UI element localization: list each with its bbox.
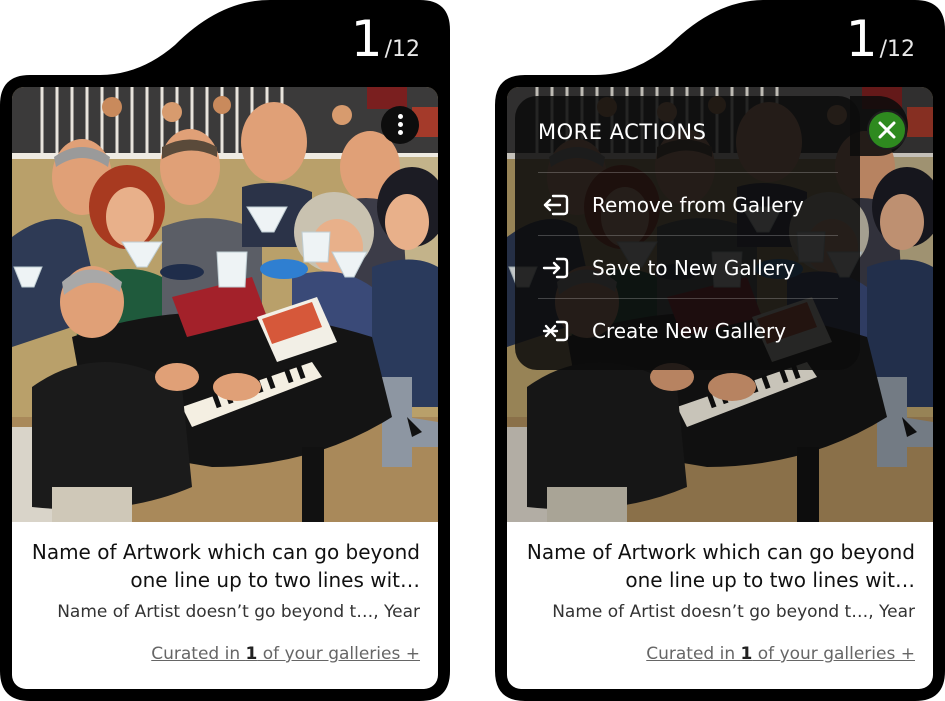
more-actions-menu: MORE ACTIONS Remove from Gallery Save to…	[515, 96, 860, 370]
artwork-image[interactable]	[12, 87, 438, 522]
menu-item-remove-from-gallery[interactable]: Remove from Gallery	[538, 172, 838, 236]
more-vertical-icon	[398, 122, 403, 127]
curated-in-galleries-link[interactable]: Curated in 1 of your galleries +	[151, 644, 420, 664]
close-icon	[878, 121, 896, 139]
more-actions-button[interactable]	[381, 106, 419, 144]
curated-count: 1	[740, 644, 753, 664]
save-to-gallery-icon	[542, 257, 569, 278]
menu-item-label: Save to New Gallery	[592, 255, 796, 280]
artwork-title: Name of Artwork which can go beyond one …	[526, 540, 915, 592]
curated-suffix: of your galleries +	[257, 644, 420, 664]
more-vertical-icon	[398, 130, 403, 135]
counter-current: 1	[350, 10, 383, 68]
artwork-title: Name of Artwork which can go beyond one …	[31, 540, 420, 592]
artist-name-year: Name of Artist doesn’t go beyond t…, Yea…	[57, 602, 420, 622]
artwork-info: Name of Artwork which can go beyond one …	[12, 522, 438, 689]
slide-counter: 1 /12	[846, 14, 915, 64]
slide-counter: 1 /12	[351, 14, 420, 64]
curated-prefix: Curated in	[151, 644, 246, 664]
menu-title: MORE ACTIONS	[538, 120, 707, 144]
curated-suffix: of your galleries +	[752, 644, 915, 664]
menu-item-create-new-gallery[interactable]: Create New Gallery	[538, 298, 838, 362]
menu-item-label: Remove from Gallery	[592, 192, 804, 217]
create-gallery-icon	[542, 320, 569, 341]
remove-from-gallery-icon	[543, 194, 569, 215]
curated-count: 1	[245, 644, 258, 664]
close-menu-button[interactable]	[867, 110, 907, 150]
more-vertical-icon	[398, 114, 403, 119]
counter-total: /12	[879, 37, 915, 62]
menu-item-save-to-new-gallery[interactable]: Save to New Gallery	[538, 235, 838, 299]
counter-total: /12	[384, 37, 420, 62]
artwork-card-menu-open[interactable]: 1 /12 MORE ACTIONS Remove from Gallery S…	[495, 0, 945, 701]
menu-item-label: Create New Gallery	[592, 318, 787, 343]
curated-prefix: Curated in	[646, 644, 741, 664]
artwork-card[interactable]: 1 /12 Name of Artwork which can go beyon…	[0, 0, 450, 701]
counter-current: 1	[845, 10, 878, 68]
curated-in-galleries-link[interactable]: Curated in 1 of your galleries +	[646, 644, 915, 664]
artwork-info: Name of Artwork which can go beyond one …	[507, 522, 933, 689]
artist-name-year: Name of Artist doesn’t go beyond t…, Yea…	[552, 602, 915, 622]
